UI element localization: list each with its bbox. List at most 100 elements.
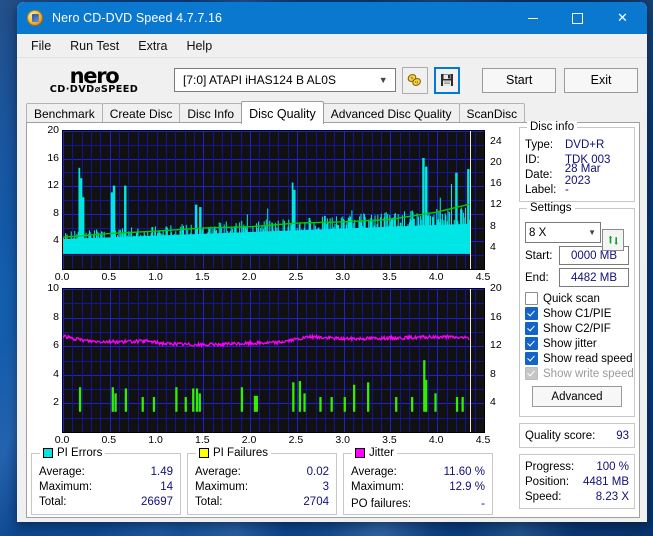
- y2-tick-label: 20: [490, 155, 502, 168]
- jitter-avg-value: 11.60 %: [443, 466, 485, 478]
- start-label: Start:: [525, 249, 553, 262]
- menu-bar: File Run Test Extra Help: [17, 34, 647, 58]
- checkbox-icon: [525, 292, 538, 305]
- tab-disc-info[interactable]: Disc Info: [179, 103, 243, 123]
- pi-errors-stats-title: PI Errors: [57, 447, 103, 459]
- close-icon: ✕: [617, 10, 628, 25]
- pi-errors-total-value: 26697: [141, 496, 173, 508]
- settings-caption: Settings: [527, 202, 575, 214]
- end-label: End:: [525, 271, 549, 284]
- drive-select[interactable]: [7:0] ATAPI iHAS124 B AL0S ▼: [174, 68, 396, 92]
- minimize-button[interactable]: [510, 2, 555, 34]
- exit-button[interactable]: Exit: [564, 67, 638, 93]
- refresh-button[interactable]: [602, 229, 624, 251]
- right-panel: Disc info Type: DVD+R ID: TDK 003 Date: 28 …: [519, 121, 635, 515]
- toolbar: nero CD·DVD⌀SPEED [7:0] ATAPI iHAS124 B …: [17, 58, 647, 102]
- checkbox-show-c2-pif-label: Show C2/PIF: [543, 322, 611, 335]
- tab-scandisc[interactable]: ScanDisc: [458, 103, 526, 123]
- checkbox-show-c2-pif[interactable]: Show C2/PIF: [520, 321, 634, 336]
- jitter-stats-caption: Jitter: [352, 447, 397, 459]
- checkbox-icon: [525, 322, 538, 335]
- nero-logo: nero CD·DVD⌀SPEED: [35, 65, 153, 95]
- checkbox-show-jitter-label: Show jitter: [543, 337, 597, 350]
- scan-end-marker: [469, 131, 471, 269]
- checkbox-icon: [525, 307, 538, 320]
- pi-errors-stats-caption: PI Errors: [40, 447, 106, 459]
- x-tick-label: 2.5: [288, 434, 304, 446]
- minimize-icon: [527, 17, 538, 19]
- gridline: [63, 417, 484, 419]
- x-tick-label: 1.0: [148, 271, 163, 283]
- gridline: [484, 131, 485, 269]
- x-tick-label: 1.5: [195, 271, 210, 283]
- jitter-swatch: [355, 448, 365, 458]
- drive-select-value: [7:0] ATAPI iHAS124 B AL0S: [183, 73, 336, 87]
- checkbox-show-read-speed-label: Show read speed: [543, 352, 633, 365]
- checkbox-show-read-speed[interactable]: Show read speed: [520, 351, 634, 366]
- checkbox-quick-scan[interactable]: Quick scan: [520, 291, 634, 306]
- speed-select[interactable]: 8 X ▼: [525, 222, 601, 243]
- pi-failures-stats-caption: PI Failures: [196, 447, 271, 459]
- gridline: [63, 255, 484, 257]
- pi-failures-total-value: 2704: [303, 496, 329, 508]
- disc-type-value: DVD+R: [565, 138, 605, 151]
- x-tick-label: 0.0: [54, 434, 70, 446]
- y2-tick-label: 24: [490, 134, 502, 147]
- window-title: Nero CD-DVD Speed 4.7.7.16: [52, 11, 223, 25]
- application-window: Nero CD-DVD Speed 4.7.7.16 ✕ File Run Te…: [17, 2, 647, 522]
- quality-score-row: Quality score: 93: [520, 428, 634, 443]
- maximize-button[interactable]: [555, 2, 600, 34]
- x-tick-label: 3.5: [382, 434, 397, 446]
- tab-benchmark[interactable]: Benchmark: [26, 103, 103, 123]
- disc-type-row: Type: DVD+R: [520, 137, 634, 152]
- x-tick-label: 1.5: [195, 434, 210, 446]
- jitter-plot-area: [62, 288, 485, 433]
- jitter-x-axis: 0.0 0.5 1.0 1.5 2.0 2.5 3.0 3.5 4.0 4.5: [31, 433, 511, 448]
- advanced-button[interactable]: Advanced: [532, 386, 622, 407]
- position-row: Position: 4481 MB: [520, 474, 634, 489]
- pi-errors-avg-label: Average:: [39, 466, 85, 478]
- pi-errors-max-label: Maximum:: [39, 481, 93, 493]
- close-button[interactable]: ✕: [600, 2, 645, 34]
- x-tick-label: 2.5: [288, 271, 304, 283]
- jitter-stats-title: Jitter: [369, 447, 394, 459]
- refresh-arrows-icon: [608, 235, 618, 245]
- menu-item-help[interactable]: Help: [181, 37, 221, 55]
- menu-item-run-test[interactable]: Run Test: [65, 37, 128, 55]
- x-tick-label: 4.0: [428, 271, 444, 283]
- pi-failures-stats: PI Failures Average: 0.02 Maximum: 3 Total…: [187, 447, 337, 515]
- jitter-stats: Jitter Average: 11.60 % Maximum: 12.9 % PO…: [343, 447, 493, 515]
- pi-errors-total-label: Total:: [39, 496, 67, 508]
- settings-box: Settings 8 X ▼ Start: 0000 MB End: 4482 …: [519, 202, 635, 417]
- disc-eject-icon: [408, 74, 422, 86]
- disc-info-box: Disc info Type: DVD+R ID: TDK 003 Date: 28 …: [519, 121, 635, 202]
- jitter-line: [63, 332, 470, 349]
- checkbox-show-c1-pie[interactable]: Show C1/PIE: [520, 306, 634, 321]
- disc-id-label: ID:: [525, 153, 540, 166]
- pi-failures-max-value: 3: [322, 481, 329, 493]
- progress-label: Progress:: [525, 460, 575, 473]
- tab-advanced-disc-quality[interactable]: Advanced Disc Quality: [322, 103, 460, 123]
- gridline: [484, 289, 485, 432]
- end-field[interactable]: 4482 MB: [559, 268, 629, 287]
- y2-tick-label: 4: [490, 396, 496, 409]
- y-tick-label: 10: [47, 282, 59, 294]
- floppy-save-icon: [441, 74, 454, 86]
- x-tick-label: 0.5: [101, 434, 117, 446]
- menu-item-file[interactable]: File: [26, 37, 60, 55]
- tab-disc-quality[interactable]: Disc Quality: [241, 101, 324, 124]
- menu-item-extra[interactable]: Extra: [133, 37, 176, 55]
- save-button[interactable]: [434, 66, 461, 94]
- x-tick-label: 2.0: [241, 271, 257, 283]
- x-tick-label: 3.0: [335, 271, 350, 283]
- pi-errors-chart: 4 8 12 16 20 4 8 12 16 20 24 0.0 0.5 1.0 1.5 2.0 2.5 3.…: [31, 124, 511, 285]
- checkbox-icon: [525, 337, 538, 350]
- jitter-max-label: Maximum:: [351, 481, 405, 493]
- tab-create-disc[interactable]: Create Disc: [101, 103, 181, 123]
- start-button[interactable]: Start: [482, 67, 557, 93]
- jitter-max-value: 12.9 %: [449, 481, 485, 493]
- eject-disc-button[interactable]: [401, 66, 428, 94]
- progress-box: Progress: 100 % Position: 4481 MB Speed: 8.…: [519, 454, 635, 509]
- y2-tick-label: 16: [490, 310, 502, 323]
- checkbox-show-jitter[interactable]: Show jitter: [520, 336, 634, 351]
